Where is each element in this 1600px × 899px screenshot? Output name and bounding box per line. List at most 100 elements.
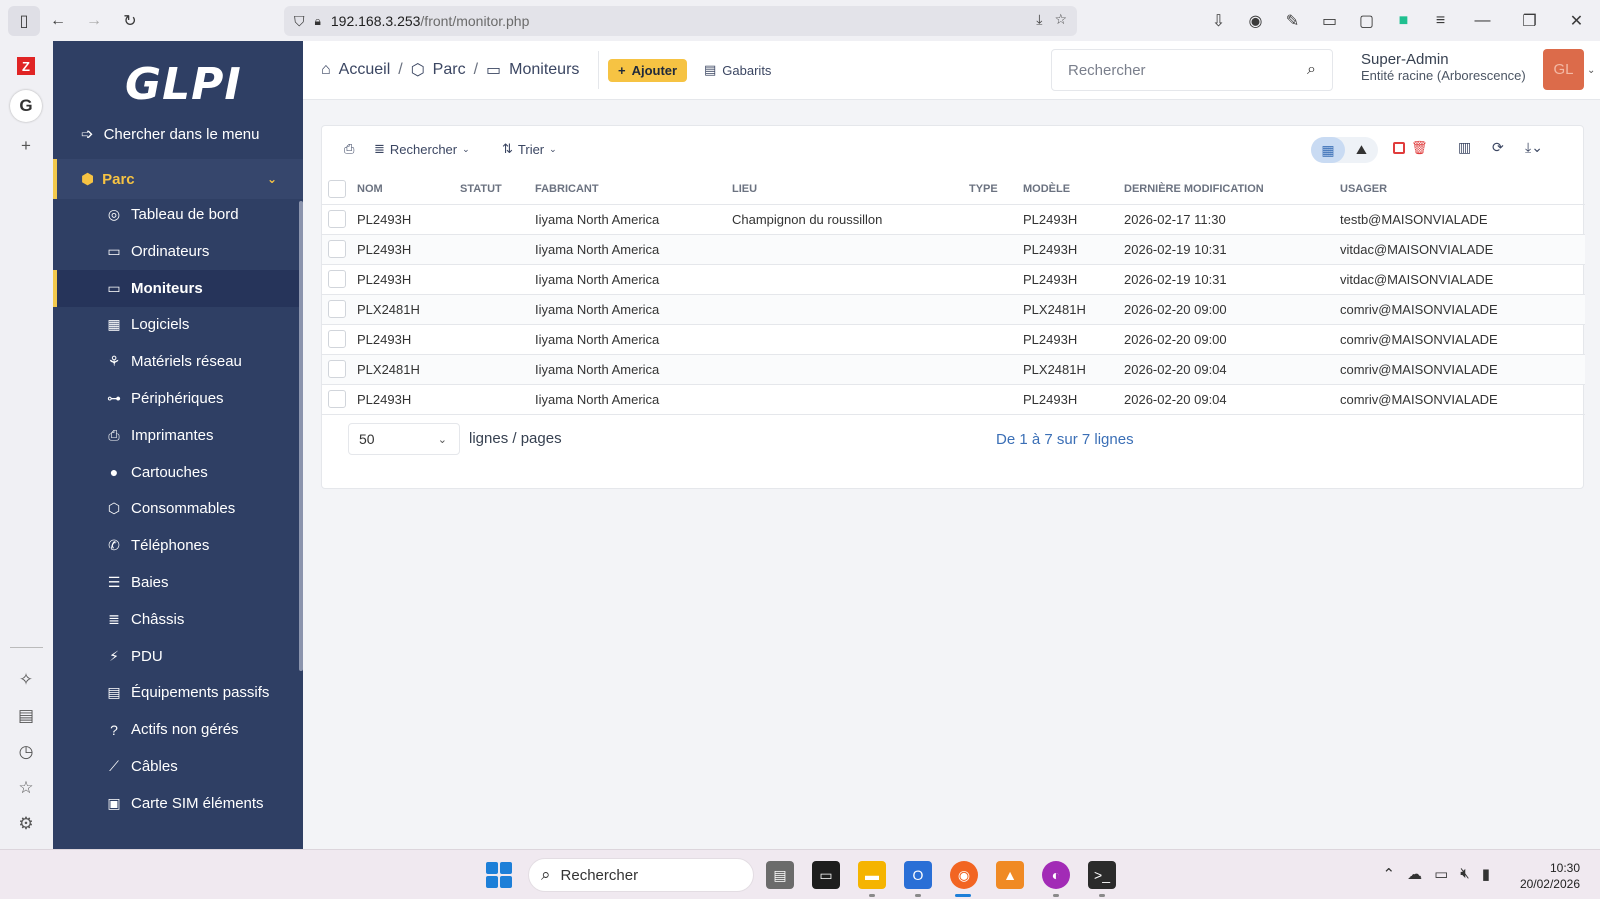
container-icon[interactable]: ▭	[1311, 11, 1348, 31]
column-header-usager[interactable]: USAGER	[1340, 174, 1585, 205]
extensions-icon[interactable]: ✎	[1274, 11, 1311, 31]
clock[interactable]: 10:30 20/02/2026	[1520, 860, 1580, 892]
user-info[interactable]: Super-Admin Entité racine (Arborescence)	[1361, 51, 1526, 83]
templates-link[interactable]: ▤ Gabarits	[704, 62, 771, 78]
column-header-type[interactable]: TYPE	[969, 174, 1023, 205]
minimize-icon[interactable]: —	[1459, 12, 1506, 30]
column-header-fabricant[interactable]: FABRICANT	[535, 174, 732, 205]
row-checkbox[interactable]	[328, 240, 346, 258]
firefox-icon[interactable]: ◉	[950, 861, 978, 889]
sidebar-item-carte-sim-elements[interactable]: ▣ Carte SIM éléments	[53, 785, 300, 822]
glpi-logo[interactable]: GLPI	[125, 59, 242, 110]
battery-icon[interactable]: ▮	[1482, 865, 1490, 883]
forward-icon[interactable]: →	[76, 6, 112, 36]
column-header-derniere-modification[interactable]: DERNIÈRE MODIFICATION	[1124, 174, 1340, 205]
column-header-statut[interactable]: STATUT	[460, 174, 535, 205]
chevron-down-icon[interactable]: ⌄	[1587, 65, 1595, 76]
sidebar-item-telephones[interactable]: ✆ Téléphones	[53, 527, 300, 564]
select-all-checkbox[interactable]	[328, 179, 346, 198]
global-search-input[interactable]	[1068, 61, 1308, 79]
trash-toggle[interactable]: 🗑︎	[1393, 140, 1428, 156]
cloud-off-icon[interactable]: ☁	[1407, 865, 1422, 883]
save-page-icon[interactable]: ⤓	[1036, 11, 1042, 28]
sidebar-item-moniteurs[interactable]: ▭ Moniteurs	[53, 269, 300, 307]
refresh-icon[interactable]: ⟳	[1492, 139, 1504, 156]
network-icon[interactable]: ▭	[1434, 865, 1448, 883]
volume-muted-icon[interactable]: 🔇︎	[1460, 865, 1469, 883]
chevron-up-icon[interactable]: ⌃	[1383, 865, 1396, 883]
row-checkbox[interactable]	[328, 300, 346, 318]
avatar[interactable]: GL	[1543, 49, 1584, 90]
bookmark-star-icon[interactable]: ☆	[1054, 11, 1067, 28]
column-header-lieu[interactable]: LIEU	[732, 174, 969, 205]
reader-icon[interactable]: ▢	[1348, 11, 1385, 31]
sidebar-item-tableau-de-bord[interactable]: ◎ Tableau de bord	[53, 196, 300, 233]
column-settings-icon[interactable]: ▥	[1458, 139, 1471, 156]
breadcrumb-moniteurs[interactable]: Moniteurs	[509, 61, 579, 79]
saved-search-bookmark-icon[interactable]: ⎙	[344, 141, 354, 157]
cell-nom[interactable]: PLX2481H	[357, 294, 460, 325]
sidebar-item-cables[interactable]: ⟋ Câbles	[53, 748, 300, 785]
sidebar-item-materiels-reseau[interactable]: ⚘ Matériels réseau	[53, 343, 300, 380]
add-panel-icon[interactable]: +	[10, 130, 42, 162]
zotero-app-icon[interactable]: Z	[17, 57, 35, 75]
outlook-icon[interactable]: O	[904, 861, 932, 889]
sidebar-item-ordinateurs[interactable]: ▭ Ordinateurs	[53, 233, 300, 270]
restore-icon[interactable]: ❐	[1506, 11, 1553, 31]
search-toggle-button[interactable]: ≣ Rechercher ⌄	[374, 141, 470, 157]
terminal-app-icon[interactable]: ▭	[812, 861, 840, 889]
taskbar-search[interactable]: ⌕ Rechercher	[528, 858, 754, 892]
add-button[interactable]: + Ajouter	[608, 59, 688, 82]
breadcrumb-home[interactable]: Accueil	[339, 61, 391, 79]
terminal-app-icon[interactable]: >_	[1088, 861, 1116, 889]
downloads-icon[interactable]: ⇩	[1200, 11, 1237, 31]
table-view-icon[interactable]: ▦	[1311, 137, 1345, 163]
synced-tabs-icon[interactable]: ▤	[10, 700, 42, 732]
map-view-icon[interactable]: ⛰	[1345, 137, 1378, 163]
app-orange-icon[interactable]: ▲	[996, 861, 1024, 889]
task-view-icon[interactable]: ▤	[766, 861, 794, 889]
row-checkbox[interactable]	[328, 390, 346, 408]
breadcrumb-parc[interactable]: Parc	[433, 61, 466, 79]
back-icon[interactable]: ←	[40, 6, 76, 36]
browser-sidebar-toggle-icon[interactable]: ▯	[8, 5, 40, 36]
cell-nom[interactable]: PLX2481H	[357, 354, 460, 385]
sidebar-section-parc[interactable]: ⬢ Parc ⌄	[53, 159, 303, 199]
account-icon[interactable]: ◉	[1237, 11, 1274, 31]
menu-icon[interactable]: ≡	[1422, 12, 1459, 30]
row-checkbox[interactable]	[328, 360, 346, 378]
sidebar-item-consommables[interactable]: ⬡ Consommables	[53, 490, 300, 527]
row-checkbox[interactable]	[328, 210, 346, 228]
cell-nom[interactable]: PL2493H	[357, 234, 460, 265]
glpi-app-icon[interactable]: G	[10, 90, 42, 122]
column-header-modele[interactable]: MODÈLE	[1023, 174, 1124, 205]
windows-start-icon[interactable]	[486, 862, 512, 888]
sidebar-item-actifs-non-geres[interactable]: ? Actifs non gérés	[53, 711, 300, 748]
page-size-select[interactable]: 50 ⌄	[348, 423, 460, 455]
history-icon[interactable]: ◷	[10, 736, 42, 768]
search-icon[interactable]: ⌕	[1307, 61, 1316, 79]
sidebar-item-peripheriques[interactable]: ⊶ Périphériques	[53, 380, 300, 417]
settings-gear-icon[interactable]: ⚙	[10, 808, 42, 840]
row-checkbox[interactable]	[328, 330, 346, 348]
cell-nom[interactable]: PL2493H	[357, 384, 460, 415]
reload-icon[interactable]: ↻	[112, 6, 148, 36]
sort-button[interactable]: ⇅ Trier ⌄	[502, 141, 557, 157]
cell-nom[interactable]: PL2493H	[357, 204, 460, 235]
cell-nom[interactable]: PL2493H	[357, 264, 460, 295]
sidebar-item-equipements-passifs[interactable]: ▤ Équipements passifs	[53, 674, 300, 711]
file-explorer-icon[interactable]: ▬	[858, 861, 886, 889]
sidebar-item-baies[interactable]: ☰ Baies	[53, 564, 300, 601]
menu-search-link[interactable]: ➩ Chercher dans le menu	[81, 125, 260, 144]
row-checkbox[interactable]	[328, 270, 346, 288]
sidebar-scrollbar[interactable]	[299, 201, 303, 671]
extension-green-icon[interactable]: ■	[1385, 12, 1422, 30]
sidebar-item-imprimantes[interactable]: ⎙ Imprimantes	[53, 417, 300, 454]
sidebar-item-pdu[interactable]: ⚡ PDU	[53, 638, 300, 675]
sidebar-item-chassis[interactable]: ≣ Châssis	[53, 601, 300, 638]
ai-sparkle-icon[interactable]: ✧	[10, 664, 42, 696]
cell-nom[interactable]: PL2493H	[357, 324, 460, 355]
column-header-nom[interactable]: NOM	[357, 174, 460, 205]
sidebar-item-logiciels[interactable]: ▦ Logiciels	[53, 306, 300, 343]
export-download-icon[interactable]: ⤓⌄	[1525, 139, 1543, 156]
